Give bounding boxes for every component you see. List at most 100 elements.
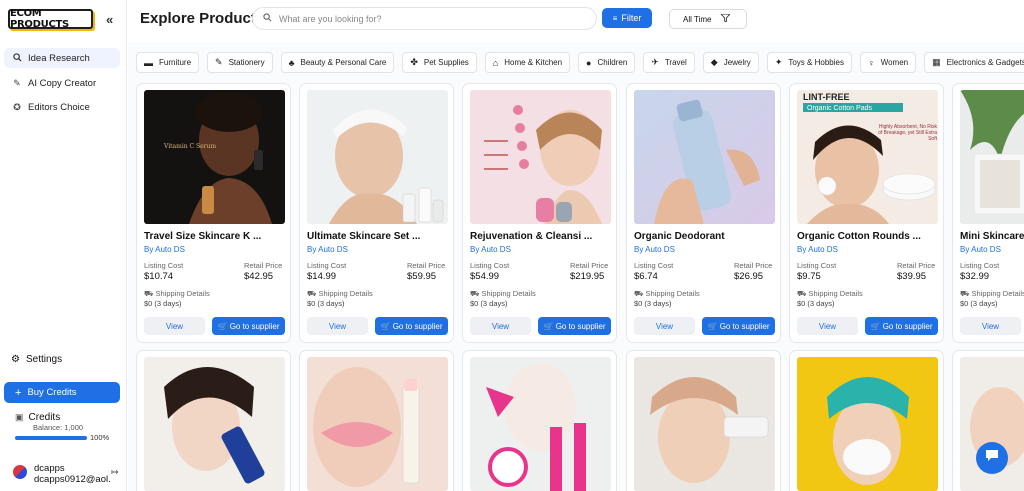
category-electronics[interactable]: ▦ Electronics & Gadgets — [924, 52, 1024, 73]
category-label: Home & Kitchen — [504, 58, 563, 67]
retail-price-value: $59.95 — [407, 271, 437, 282]
go-to-supplier-button[interactable]: 🛒 Go to supplier — [375, 317, 448, 335]
product-name[interactable]: Rejuvenation & Cleansi ... — [470, 231, 592, 242]
view-button[interactable]: View — [960, 317, 1021, 335]
vendor-link[interactable]: Auto DS — [155, 245, 185, 254]
go-to-supplier-button[interactable]: 🛒 Go to supplier — [702, 317, 775, 335]
product-name[interactable]: Mini Skincare — [960, 231, 1024, 242]
search-input[interactable]: What are you looking for? — [252, 7, 597, 30]
product-image[interactable] — [634, 90, 775, 224]
settings-link[interactable]: ⚙ Settings — [11, 354, 62, 365]
product-image[interactable] — [144, 357, 285, 491]
collapse-sidebar-icon[interactable]: « — [106, 12, 113, 27]
vendor-link[interactable]: Auto DS — [318, 245, 348, 254]
credits-progress-bar — [15, 436, 87, 440]
listing-cost-label: Listing Cost — [797, 261, 837, 270]
vendor-link[interactable]: Auto DS — [645, 245, 675, 254]
product-image[interactable] — [470, 90, 611, 224]
product-name[interactable]: Ultimate Skincare Set ... — [307, 231, 420, 242]
product-card[interactable] — [626, 350, 781, 491]
user-profile[interactable]: dcapps dcapps0912@aol. — [13, 463, 111, 485]
vendor-link[interactable]: Auto DS — [808, 245, 838, 254]
gem-icon: ◆ — [710, 57, 718, 67]
category-home-kitchen[interactable]: ⌂ Home & Kitchen — [484, 52, 571, 73]
product-image[interactable] — [960, 90, 1024, 224]
chat-button[interactable] — [976, 442, 1008, 474]
product-card[interactable]: Organic Deodorant By Auto DS Listing Cos… — [626, 83, 781, 343]
product-image[interactable] — [797, 357, 938, 491]
product-image[interactable] — [634, 357, 775, 491]
buy-credits-button[interactable]: + Buy Credits — [4, 382, 120, 403]
view-button[interactable]: View — [797, 317, 858, 335]
brand-logo[interactable]: ECOM PRODUCTS — [8, 8, 93, 30]
product-card[interactable] — [462, 350, 617, 491]
logout-icon[interactable]: ↦ — [111, 467, 119, 478]
by-label: By — [307, 245, 317, 254]
category-jewelry[interactable]: ◆ Jewelry — [702, 52, 759, 73]
vendor-link[interactable]: Auto DS — [971, 245, 1001, 254]
shipping-details: ⛟ Shipping Details — [960, 289, 1024, 299]
category-stationery[interactable]: ✎ Stationery — [207, 52, 273, 73]
product-card[interactable]: Vitamin C Serum Travel Size Skincare K .… — [136, 83, 291, 343]
sidebar-item-editors-choice[interactable]: ✪ Editors Choice — [4, 97, 120, 117]
category-pet-supplies[interactable]: ✤ Pet Supplies — [402, 52, 477, 73]
go-to-supplier-button[interactable]: 🛒 Go to supplier — [538, 317, 611, 335]
supplier-label: Go to supplier — [719, 321, 770, 331]
sidebar-item-label: AI Copy Creator — [28, 77, 97, 89]
truck-icon: ⛟ — [797, 289, 807, 298]
cart-icon: 🛒 — [217, 321, 230, 331]
retail-price-label: Retail Price — [407, 261, 446, 270]
retail-price-label: Retail Price — [734, 261, 773, 270]
sofa-icon: ▬ — [144, 57, 153, 68]
filter-label: Filter — [621, 13, 642, 23]
view-button[interactable]: View — [144, 317, 205, 335]
magic-wand-icon: ✎ — [13, 77, 21, 88]
product-card[interactable] — [136, 350, 291, 491]
supplier-label: Go to supplier — [882, 321, 933, 331]
product-name[interactable]: Organic Cotton Rounds ... — [797, 231, 921, 242]
product-card[interactable] — [299, 350, 454, 491]
sidebar-item-idea-research[interactable]: Idea Research — [4, 48, 120, 68]
product-image[interactable]: Vitamin C Serum — [144, 90, 285, 224]
chat-bubble-icon — [985, 449, 999, 467]
go-to-supplier-button[interactable]: 🛒 Go to supplier — [212, 317, 285, 335]
category-children[interactable]: ● Children — [578, 52, 636, 73]
category-toys-hobbies[interactable]: ✦ Toys & Hobbies — [766, 52, 852, 73]
truck-icon: ⛟ — [307, 289, 317, 298]
product-card[interactable]: Rejuvenation & Cleansi ... By Auto DS Li… — [462, 83, 617, 343]
by-label: By — [797, 245, 807, 254]
product-image[interactable] — [307, 90, 448, 224]
listing-cost-value: $9.75 — [797, 271, 821, 282]
credits-balance: Balance: 1,000 — [33, 423, 84, 432]
sidebar: ECOM PRODUCTS « Idea Research ✎ AI Copy … — [0, 0, 127, 491]
go-to-supplier-button[interactable]: 🛒 Go to supplier — [865, 317, 938, 335]
category-furniture[interactable]: ▬ Furniture — [136, 52, 200, 73]
category-women[interactable]: ♀ Women — [859, 52, 917, 73]
serum-label-text: Vitamin C Serum — [163, 143, 216, 150]
category-beauty[interactable]: ♣ Beauty & Personal Care — [280, 52, 395, 73]
product-image[interactable] — [470, 357, 611, 491]
product-card[interactable]: Ultimate Skincare Set ... By Auto DS Lis… — [299, 83, 454, 343]
product-card[interactable]: Mini Skincare By Auto DS Listing Cost $3… — [952, 83, 1024, 343]
category-travel[interactable]: ✈ Travel — [643, 52, 695, 73]
filter-button[interactable]: ≡ Filter — [602, 8, 652, 28]
view-button[interactable]: View — [634, 317, 695, 335]
product-image[interactable] — [307, 357, 448, 491]
time-range-select[interactable]: All Time — [669, 9, 747, 29]
vendor-link[interactable]: Auto DS — [481, 245, 511, 254]
settings-label: Settings — [25, 354, 63, 365]
shipping-value: $0 (3 days) — [960, 299, 998, 308]
supplier-label: Go to supplier — [392, 321, 443, 331]
product-image[interactable]: LINT-FREE Organic Cotton Pads Highly Abs… — [797, 90, 938, 224]
view-button[interactable]: View — [307, 317, 368, 335]
gear-icon: ⚙ — [11, 354, 20, 365]
product-name[interactable]: Travel Size Skincare K ... — [144, 231, 261, 242]
sidebar-item-ai-copy-creator[interactable]: ✎ AI Copy Creator — [4, 73, 120, 93]
chip-icon: ▦ — [932, 57, 941, 67]
product-name[interactable]: Organic Deodorant — [634, 231, 725, 242]
buy-credits-label: Buy Credits — [27, 387, 77, 398]
vendor: By Auto DS — [797, 245, 838, 254]
product-card[interactable] — [789, 350, 944, 491]
product-card[interactable]: LINT-FREE Organic Cotton Pads Highly Abs… — [789, 83, 944, 343]
view-button[interactable]: View — [470, 317, 531, 335]
